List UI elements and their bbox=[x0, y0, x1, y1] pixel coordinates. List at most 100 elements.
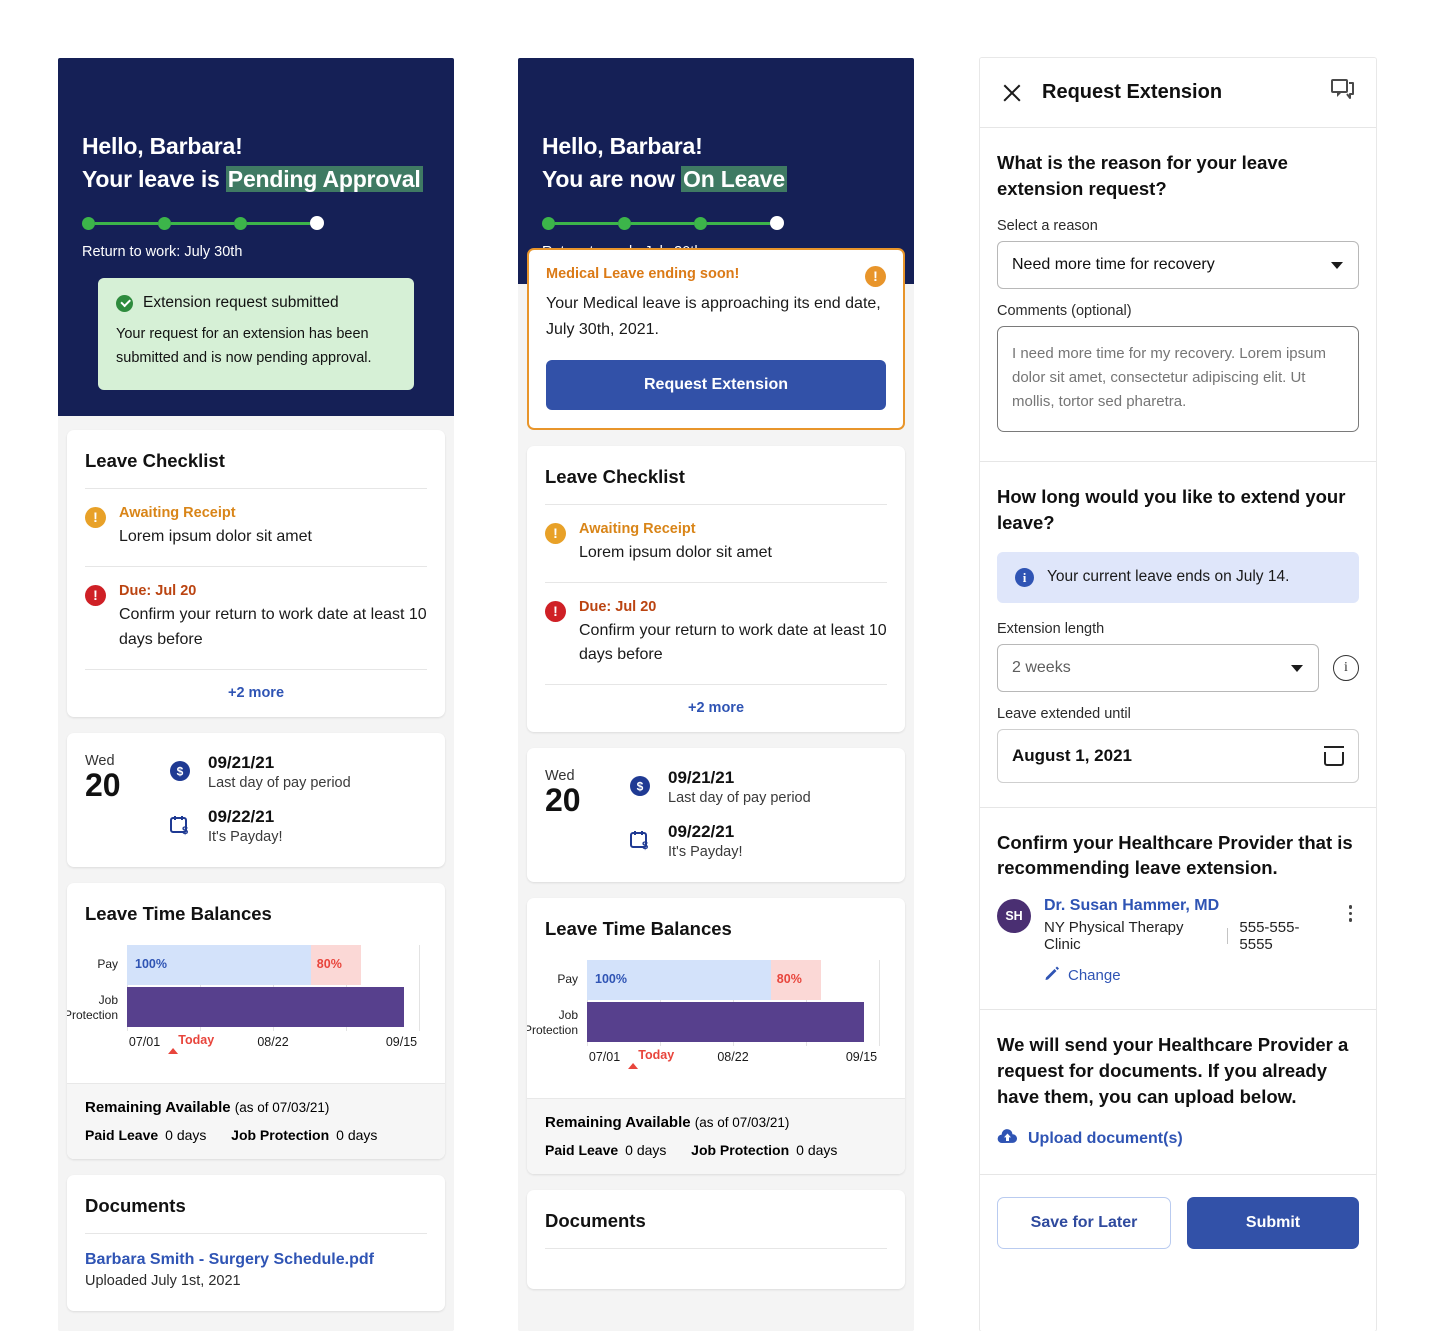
reason-section: What is the reason for your leave extens… bbox=[980, 128, 1376, 462]
pay-rows: $ 09/21/21 Last day of pay period $ 09/2… bbox=[629, 768, 887, 860]
chart-ylabel-pay: Pay bbox=[557, 972, 578, 987]
document-item[interactable]: Barbara Smith - Surgery Schedule.pdf Upl… bbox=[67, 1234, 445, 1311]
step-dot-2 bbox=[618, 216, 631, 230]
document-name[interactable]: Barbara Smith - Surgery Schedule.pdf bbox=[85, 1251, 427, 1269]
select-reason-label: Select a reason bbox=[997, 217, 1098, 234]
checklist-item[interactable]: ! Due: Jul 20 Confirm your return to wor… bbox=[67, 567, 445, 669]
chart-bar-pay: Pay 100% 80% bbox=[97, 944, 419, 985]
remaining-available-block: Remaining Available (as of 07/03/21) Pai… bbox=[527, 1098, 905, 1175]
provider-phone: 555-555-5555 bbox=[1239, 919, 1300, 954]
form-actions: Save for Later Submit bbox=[980, 1175, 1376, 1272]
gridline bbox=[879, 960, 880, 1047]
pay-date-block: Wed 20 bbox=[545, 768, 609, 860]
documents-card-1: Documents Barbara Smith - Surgery Schedu… bbox=[67, 1174, 445, 1311]
step-dot-3 bbox=[694, 216, 707, 230]
bar-segment-jobprot bbox=[587, 1002, 865, 1043]
checklist-title: Leave Checklist bbox=[545, 465, 685, 487]
checklist-item[interactable]: ! Due: Jul 20 Confirm your return to wor… bbox=[527, 583, 905, 685]
pay-rows: $ 09/21/21 Last day of pay period $ 09/2… bbox=[169, 753, 427, 845]
calendar-icon[interactable] bbox=[1324, 745, 1344, 766]
balances-title: Leave Time Balances bbox=[85, 902, 272, 924]
chart-ylabel-pay: Pay bbox=[97, 956, 118, 971]
step-line-3 bbox=[247, 221, 310, 225]
step-line-2 bbox=[631, 221, 694, 225]
leave-time-balances-card-2: Leave Time Balances Pay 100% 80% Job Pro… bbox=[527, 898, 905, 1175]
provider-clinic: NY Physical Therapy Clinic bbox=[1044, 919, 1184, 954]
provider-row: SH Dr. Susan Hammer, MD NY Physical Ther… bbox=[997, 897, 1359, 985]
extension-length-select-wrap[interactable]: 2 weeks bbox=[997, 643, 1319, 692]
chart-x-axis: 07/01 08/22 09/15 Today bbox=[587, 1046, 879, 1080]
hero-greeting: Hello, Barbara! bbox=[542, 133, 703, 159]
leave-dashboard-pending-panel: Hello, Barbara! Your leave is Pending Ap… bbox=[58, 58, 454, 1331]
provider-heading: Confirm your Healthcare Provider that is… bbox=[997, 831, 1353, 879]
provider-meta: NY Physical Therapy Clinic 555-555-5555 bbox=[1044, 919, 1329, 953]
remaining-title: Remaining Available bbox=[545, 1114, 691, 1132]
extension-length-select[interactable]: 2 weeks bbox=[997, 643, 1319, 692]
chart-plot-area: Pay 100% 80% Job Protection bbox=[67, 944, 420, 1031]
divider bbox=[1227, 928, 1229, 945]
checklist-item[interactable]: ! Awaiting Receipt Lorem ipsum dolor sit… bbox=[527, 505, 905, 582]
request-extension-button[interactable]: Request Extension bbox=[546, 359, 886, 410]
reason-select-wrap[interactable]: Need more time for recovery bbox=[997, 240, 1359, 289]
upload-documents-button[interactable]: Upload document(s) bbox=[997, 1128, 1359, 1150]
chat-icon[interactable] bbox=[1330, 78, 1356, 107]
upload-heading: We will send your Healthcare Provider a … bbox=[997, 1034, 1349, 1108]
chart-x-axis: 07/01 08/22 09/15 Today bbox=[127, 1030, 419, 1065]
checklist-item-status: Awaiting Receipt bbox=[579, 520, 696, 537]
balances-title: Leave Time Balances bbox=[545, 918, 732, 940]
step-dot-3 bbox=[234, 216, 247, 230]
checklist-item-text: Confirm your return to work date at leas… bbox=[579, 621, 887, 664]
change-label: Change bbox=[1068, 966, 1121, 984]
info-tooltip-icon[interactable]: i bbox=[1333, 654, 1359, 681]
document-uploaded: Uploaded July 1st, 2021 bbox=[85, 1272, 241, 1289]
pay-period-card-1: Wed 20 $ 09/21/21 Last day of pay period bbox=[67, 732, 445, 867]
pay-date-block: Wed 20 bbox=[85, 753, 149, 845]
remaining-heading: Remaining Available (as of 07/03/21) bbox=[85, 1099, 427, 1116]
leave-extended-until-value[interactable]: August 1, 2021 bbox=[997, 728, 1359, 783]
leave-progress-stepper bbox=[82, 216, 324, 231]
checklist-item-text: Confirm your return to work date at leas… bbox=[119, 606, 427, 648]
pay-row-date: 09/21/21 bbox=[668, 768, 735, 788]
checklist-more-link[interactable]: +2 more bbox=[527, 685, 905, 732]
remaining-available-block: Remaining Available (as of 07/03/21) Pai… bbox=[67, 1082, 445, 1159]
bar-segment-jobprot bbox=[127, 986, 405, 1027]
pay-period-card-2: Wed 20 $ 09/21/21 Last day of pay period bbox=[527, 748, 905, 883]
alert-body: Your request for an extension has been s… bbox=[116, 326, 372, 366]
leave-extended-until-wrap[interactable]: August 1, 2021 bbox=[997, 728, 1359, 783]
remaining-heading: Remaining Available (as of 07/03/21) bbox=[545, 1114, 887, 1131]
chart-ylabel-job-protection: Job Protection bbox=[527, 1008, 578, 1038]
alert-icon: ! bbox=[545, 600, 566, 622]
provider-name[interactable]: Dr. Susan Hammer, MD bbox=[1044, 897, 1329, 915]
hero-status-prefix: Your leave is bbox=[82, 165, 226, 192]
step-dot-4 bbox=[310, 216, 324, 231]
save-for-later-button[interactable]: Save for Later bbox=[997, 1197, 1171, 1250]
stat-value-job-protection: 0 days bbox=[796, 1142, 838, 1159]
pay-day-number: 20 bbox=[545, 782, 581, 819]
dollar-coin-icon: $ bbox=[169, 760, 195, 787]
avatar: SH bbox=[997, 899, 1031, 934]
reason-select[interactable]: Need more time for recovery bbox=[997, 240, 1359, 289]
checklist-item[interactable]: ! Awaiting Receipt Lorem ipsum dolor sit… bbox=[67, 489, 445, 566]
alert-title-row: Extension request submitted bbox=[116, 294, 396, 312]
leave-checklist-card-1: Leave Checklist ! Awaiting Receipt Lorem… bbox=[67, 430, 445, 717]
checklist-item-text: Lorem ipsum dolor sit amet bbox=[119, 528, 312, 546]
kebab-menu-icon[interactable] bbox=[1342, 897, 1359, 922]
close-icon[interactable] bbox=[1000, 81, 1024, 105]
svg-text:$: $ bbox=[637, 780, 644, 794]
comments-textarea[interactable] bbox=[997, 325, 1359, 432]
hero-status-highlight: On Leave bbox=[681, 165, 787, 192]
x-tick: 09/15 bbox=[845, 1050, 878, 1065]
form-header: Request Extension bbox=[980, 58, 1376, 128]
chart-bar-job-protection: Job Protection bbox=[527, 1002, 879, 1043]
change-provider-button[interactable]: Change bbox=[1044, 965, 1329, 985]
documents-card-2: Documents bbox=[527, 1190, 905, 1290]
stat-value-paid-leave: 0 days bbox=[625, 1142, 667, 1159]
warning-icon: ! bbox=[85, 507, 106, 529]
submit-button[interactable]: Submit bbox=[1187, 1197, 1359, 1250]
alert-body: Your Medical leave is approaching its en… bbox=[546, 295, 881, 338]
length-heading: How long would you like to extend your l… bbox=[997, 485, 1346, 533]
pay-row: $ 09/22/21 It's Payday! bbox=[169, 807, 427, 845]
checklist-more-link[interactable]: +2 more bbox=[67, 670, 445, 717]
pay-row-date: 09/21/21 bbox=[208, 752, 275, 772]
step-line-3 bbox=[707, 221, 770, 225]
